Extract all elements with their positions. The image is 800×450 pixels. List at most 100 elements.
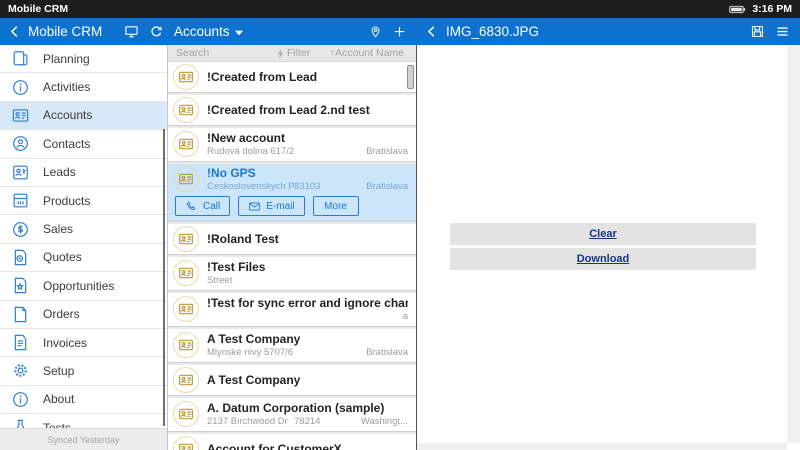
account-row[interactable]: !No GPSCeskoslovenskych Parasutistov 278… [168, 164, 416, 222]
sidebar-item-label: Contacts [43, 136, 91, 151]
sidebar-item-orders[interactable]: Orders [0, 301, 167, 329]
account-row[interactable]: A Test CompanyMlynské nivy 5707/61A Brati… [168, 329, 416, 363]
e-mail-button[interactable]: E-mail [238, 196, 305, 216]
sidebar-item-products[interactable]: Products [0, 187, 167, 216]
nav-left-section: Mobile CRM [0, 18, 168, 45]
add-icon[interactable] [392, 24, 407, 39]
sort-label: Account Name [335, 47, 404, 59]
sidebar-item-label: Opportunities [43, 278, 115, 293]
download-link[interactable]: Download [577, 253, 630, 265]
account-badge-glyph [178, 102, 194, 118]
search-input[interactable]: Search [176, 47, 276, 59]
sidebar-item-invoices[interactable]: Invoices [0, 329, 167, 358]
detail-vertical-scrollbar[interactable] [787, 45, 800, 443]
account-row[interactable]: !New account Rudová dolina 617/22 Bratisla… [168, 128, 416, 162]
list-scrollbar-thumb[interactable] [407, 65, 414, 89]
account-row[interactable]: !Roland Test [168, 224, 416, 255]
sidebar-item-sales[interactable]: Sales [0, 215, 167, 244]
account-zip [294, 311, 346, 322]
account-zip: 78214 [294, 416, 321, 427]
account-badge-icon [173, 296, 199, 322]
account-badge-icon [173, 97, 199, 123]
mail-icon [248, 200, 261, 213]
sidebar-item-label: Products [43, 193, 91, 208]
sidebar-item-label: Sales [43, 222, 74, 237]
account-badge-glyph [178, 406, 194, 422]
map-pin-icon[interactable] [369, 25, 382, 38]
account-name: !New account [207, 131, 286, 145]
leads-icon [11, 163, 30, 182]
account-row-content: !Created from Lead 2.nd test [207, 103, 408, 118]
account-subline: Mlynské nivy 5707/61A Bratislava [207, 347, 408, 358]
contacts-icon [11, 134, 30, 153]
sidebar-scrollbar[interactable] [163, 129, 165, 426]
sidebar-item-activities[interactable]: Activities [0, 73, 167, 102]
account-name: !Roland Test [207, 231, 279, 246]
sidebar-item-planning[interactable]: Planning [0, 45, 167, 74]
sidebar-item-quotes[interactable]: Quotes [0, 244, 167, 273]
account-badge-icon [173, 64, 199, 90]
detail-title: IMG_6830.JPG [446, 24, 540, 39]
sidebar-item-accounts[interactable]: Accounts [0, 101, 167, 131]
sidebar-item-label: Orders [43, 307, 80, 322]
save-icon[interactable] [750, 24, 765, 39]
call-button[interactable]: Call [175, 196, 231, 216]
sidebar-items: Planning Activities Accounts Contacts Leads P… [0, 45, 167, 443]
account-row[interactable]: Account for CustomerX [168, 434, 416, 450]
filter-label: Filter [287, 47, 311, 59]
status-bar: Mobile CRM 3:16 PM [0, 0, 800, 18]
account-badge-glyph [178, 136, 194, 152]
clear-link[interactable]: Clear [589, 228, 617, 240]
filter-button[interactable]: Filter [276, 47, 310, 59]
account-badge-glyph [178, 301, 194, 317]
products-icon [11, 191, 30, 210]
account-name: A. Datum Corporation (sample) [207, 401, 385, 415]
account-address: Rudová dolina 617/22 [207, 146, 294, 157]
account-row-content: A. Datum Corporation (sample) 2137 Birchw… [207, 401, 408, 427]
sidebar-item-setup[interactable]: Setup [0, 357, 167, 386]
account-zip [294, 275, 346, 286]
nav-right-section: IMG_6830.JPG [417, 18, 800, 45]
more-button[interactable]: More [312, 196, 359, 216]
sidebar-item-contacts[interactable]: Contacts [0, 130, 167, 159]
account-name: !Created from Lead 2.nd test [207, 102, 370, 117]
sidebar-item-opportunities[interactable]: Opportunities [0, 272, 167, 301]
account-row[interactable]: !Created from Lead [168, 62, 416, 93]
status-clock: 3:16 PM [752, 3, 792, 15]
account-city [346, 275, 408, 286]
download-button[interactable]: Download [450, 248, 756, 270]
account-badge-icon [173, 332, 199, 358]
quotes-icon [11, 248, 30, 267]
module-selector-label[interactable]: Accounts [174, 24, 230, 39]
clear-button[interactable]: Clear [450, 223, 756, 245]
sidebar-item-label: Invoices [43, 335, 88, 350]
account-row[interactable]: !Test for sync error and ignore changeda [168, 293, 416, 327]
account-row[interactable]: A Test Company [168, 365, 416, 396]
account-badge-icon [173, 401, 199, 427]
account-row[interactable]: A. Datum Corporation (sample) 2137 Birchw… [168, 398, 416, 432]
display-icon[interactable] [124, 24, 139, 39]
sync-icon[interactable] [149, 24, 164, 39]
detail-back-icon[interactable] [425, 25, 438, 38]
account-name: Account for CustomerX [207, 441, 342, 450]
account-badge-icon [173, 226, 199, 252]
account-zip [294, 347, 346, 358]
nav-middle-icons [369, 24, 407, 39]
sidebar-item-leads[interactable]: Leads [0, 159, 167, 187]
account-address: Ceskoslovenskych Parasutistov 27 [207, 181, 294, 192]
back-icon[interactable] [8, 25, 21, 38]
account-name: A Test Company [207, 372, 301, 387]
account-row-content: !Roland Test [207, 232, 408, 247]
detail-horizontal-scrollbar[interactable] [417, 443, 787, 450]
sidebar-item-label: Setup [43, 363, 75, 378]
sort-button[interactable]: ↑Account Name [330, 47, 404, 59]
sidebar-item-about[interactable]: About [0, 386, 167, 415]
mobile-crm-app: Mobile CRM 3:16 PM Mobile CRM Accounts I… [0, 0, 800, 450]
account-row[interactable]: !Test Files Street [168, 257, 416, 291]
nav-app-title[interactable]: Mobile CRM [28, 24, 102, 39]
menu-icon[interactable] [775, 24, 790, 39]
account-address [207, 311, 294, 322]
caret-down-icon[interactable] [234, 30, 243, 36]
account-badge-icon [173, 367, 199, 393]
account-row[interactable]: !Created from Lead 2.nd test [168, 95, 416, 126]
